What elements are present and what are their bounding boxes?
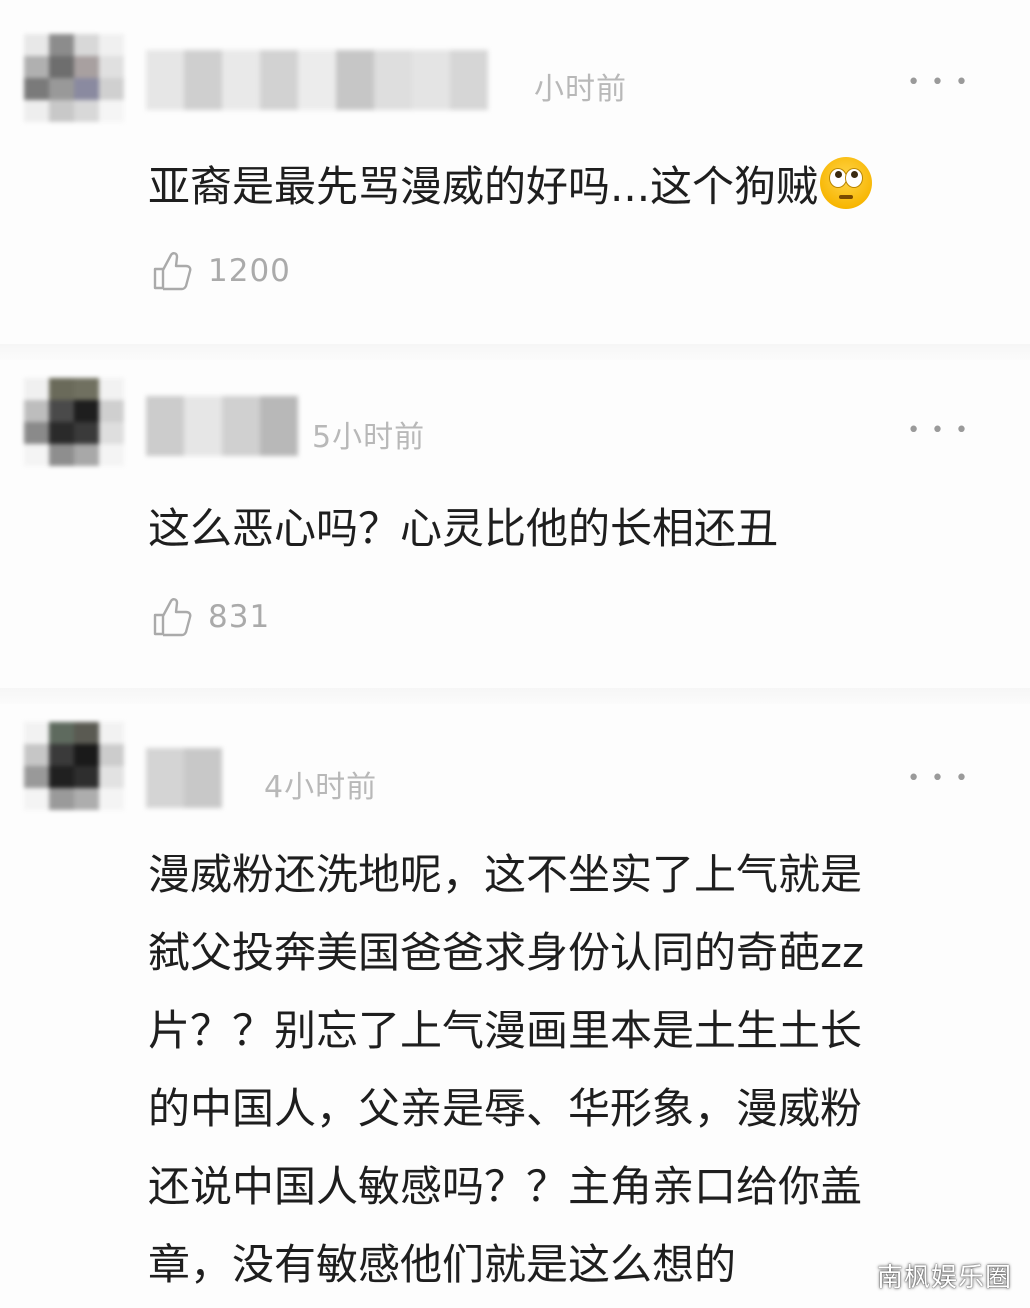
username-blurred[interactable] — [146, 748, 222, 808]
comment-item: 4小时前 • • • 漫威粉还洗地呢，这不坐实了上气就是 弑父投奔美国爸爸求身份… — [0, 708, 1030, 1308]
comment-line: 还说中国人敏感吗？？主角亲口给你盖 — [148, 1162, 863, 1211]
avatar[interactable] — [24, 378, 124, 468]
comment-time: 4小时前 — [264, 770, 378, 805]
comment-item: 小时前 • • • 亚裔是最先骂漫威的好吗...这个狗贼 1200 — [0, 20, 1030, 340]
comment-feed: 小时前 • • • 亚裔是最先骂漫威的好吗...这个狗贼 1200 5小时前 •… — [0, 0, 1030, 1308]
thumbs-up-icon — [153, 252, 192, 291]
like-button[interactable]: 831 — [152, 592, 270, 642]
comment-line: 这么恶心吗？心灵比他的长相还丑 — [148, 504, 779, 553]
avatar[interactable] — [24, 722, 124, 812]
more-options-icon[interactable]: • • • — [907, 418, 970, 443]
like-count: 831 — [208, 599, 271, 635]
more-options-icon[interactable]: • • • — [907, 766, 970, 791]
comment-item: 5小时前 • • • 这么恶心吗？心灵比他的长相还丑 831 — [0, 362, 1030, 662]
comment-time: 小时前 — [534, 72, 627, 107]
more-options-icon[interactable]: • • • — [907, 70, 970, 95]
comment-line: 的中国人，父亲是辱、华形象，漫威粉 — [148, 1084, 863, 1133]
divider — [0, 688, 1030, 704]
thumbs-up-icon — [153, 598, 192, 637]
comment-line: 亚裔是最先骂漫威的好吗...这个狗贼 — [148, 148, 978, 226]
comment-line: 漫威粉还洗地呢，这不坐实了上气就是 — [148, 850, 863, 899]
username-blurred[interactable] — [146, 50, 488, 110]
avatar[interactable] — [24, 34, 124, 124]
comment-line: 章，没有敏感他们就是这么想的 — [148, 1240, 737, 1289]
comment-text: 漫威粉还洗地呢，这不坐实了上气就是 弑父投奔美国爸爸求身份认同的奇葩zz 片？？… — [148, 836, 978, 1304]
eye-roll-emoji-icon — [820, 157, 873, 209]
comment-time: 5小时前 — [312, 420, 426, 455]
watermark: 南枫娱乐圈 — [876, 1263, 1012, 1293]
comment-text: 亚裔是最先骂漫威的好吗...这个狗贼 — [148, 148, 978, 226]
username-blurred[interactable] — [146, 396, 298, 456]
comment-line: 片？？别忘了上气漫画里本是土生土长 — [148, 1006, 863, 1055]
comment-line: 弑父投奔美国爸爸求身份认同的奇葩zz — [148, 928, 865, 977]
divider — [0, 344, 1030, 360]
like-count: 1200 — [208, 253, 291, 289]
comment-text: 这么恶心吗？心灵比他的长相还丑 — [148, 490, 978, 568]
like-button[interactable]: 1200 — [152, 246, 291, 296]
